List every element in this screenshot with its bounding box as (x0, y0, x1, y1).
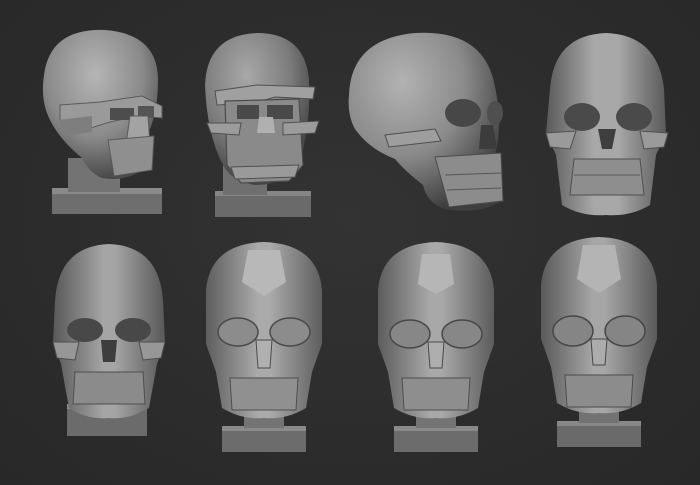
sculpt-gallery-canvas (0, 0, 700, 485)
skull-front-stage-3 (372, 240, 502, 455)
skull-refined-side-view (345, 25, 515, 220)
skull-refined-front-view (540, 25, 675, 220)
skull-blockout-head-stage-2 (195, 25, 330, 220)
skull-blockout-head-stage-1 (30, 20, 180, 220)
skull-front-stage-4 (535, 235, 665, 450)
skull-front-stage-1 (45, 240, 175, 440)
skull-front-stage-2 (200, 240, 330, 455)
